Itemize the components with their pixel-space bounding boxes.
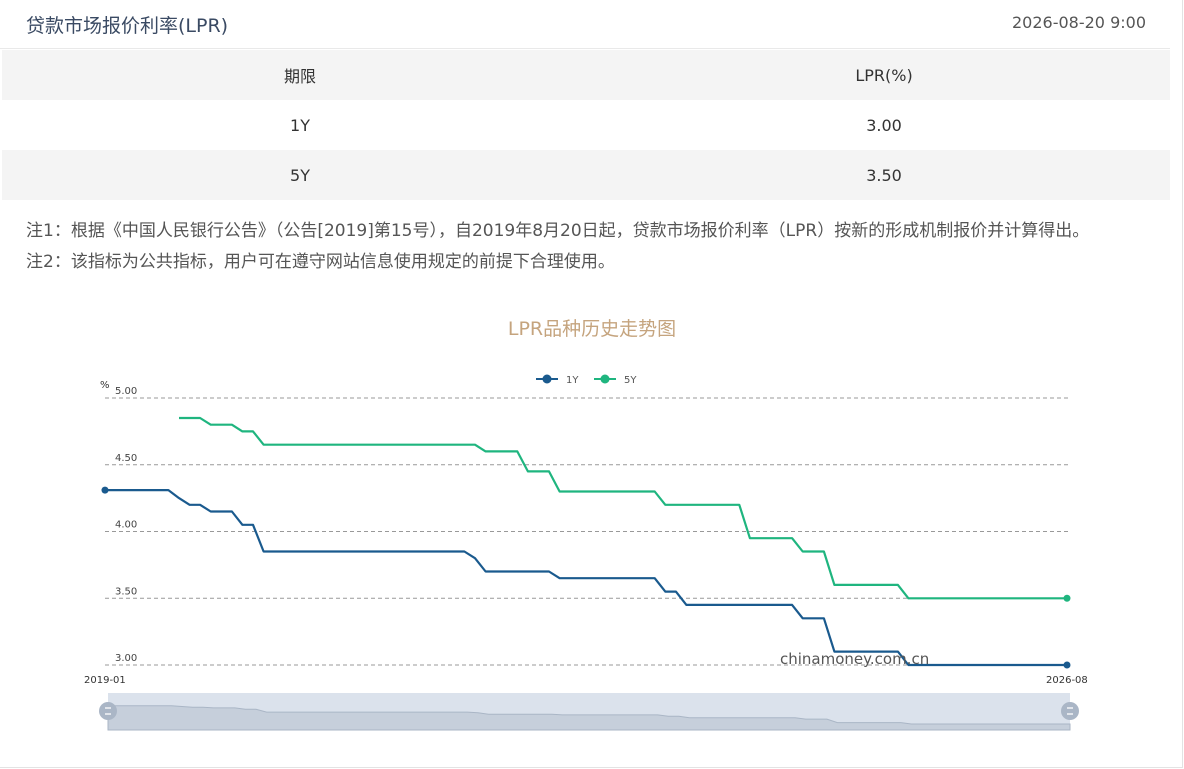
series-end-point[interactable] bbox=[1063, 594, 1071, 602]
slider-handle-left[interactable] bbox=[99, 702, 117, 720]
table-row: 1Y 3.00 bbox=[2, 100, 1170, 150]
watermark: chinamoney.com.cn bbox=[780, 650, 929, 668]
legend-item-1y[interactable]: 1Y bbox=[536, 374, 579, 387]
table-cell-term: 5Y bbox=[290, 165, 310, 185]
series-end-point[interactable] bbox=[1063, 661, 1071, 669]
y-tick-label: 4.00 bbox=[115, 520, 137, 531]
y-tick-label: 3.00 bbox=[115, 653, 137, 664]
table-cell-term: 1Y bbox=[290, 115, 310, 135]
legend-label-5y: 5Y bbox=[624, 375, 637, 386]
y-tick-label: 4.50 bbox=[115, 453, 137, 464]
timestamp: 2026-08-20 9:00 bbox=[1012, 13, 1146, 32]
column-header-term: 期限 bbox=[283, 67, 316, 86]
y-tick-label: 5.00 bbox=[115, 386, 137, 397]
y-tick-label: 3.50 bbox=[115, 586, 137, 597]
notes: 注1：根据《中国人民银行公告》（公告[2019]第15号），自2019年8月20… bbox=[26, 216, 1089, 278]
y-axis-unit: % bbox=[100, 380, 110, 391]
table-header-row: 期限 LPR(%) bbox=[2, 50, 1170, 100]
legend-label-1y: 1Y bbox=[566, 375, 579, 386]
series-line-1y[interactable] bbox=[105, 489, 1067, 667]
note-1: 注1：根据《中国人民银行公告》（公告[2019]第15号），自2019年8月20… bbox=[26, 221, 1090, 241]
legend-item-5y[interactable]: 5Y bbox=[594, 374, 637, 387]
series-start-point[interactable] bbox=[101, 486, 109, 494]
chart-title: LPR品种历史走势图 bbox=[507, 318, 677, 340]
page-title: 贷款市场报价利率(LPR) bbox=[26, 15, 229, 37]
range-slider[interactable] bbox=[99, 693, 1079, 731]
lpr-table: 期限 LPR(%) 1Y 3.00 5Y 3.50 bbox=[2, 50, 1170, 200]
table-cell-value: 3.00 bbox=[866, 115, 902, 135]
chart-grid bbox=[105, 397, 1070, 666]
chart-series bbox=[101, 416, 1071, 669]
y-axis-labels: 5.00 4.50 4.00 3.50 3.00 bbox=[115, 386, 137, 664]
note-2: 注2：该指标为公共指标，用户可在遵守网站信息使用规定的前提下合理使用。 bbox=[26, 252, 615, 272]
series-line-5y[interactable] bbox=[179, 416, 1067, 600]
x-axis-end-label: 2026-08 bbox=[1046, 675, 1088, 686]
column-header-lpr: LPR(%) bbox=[855, 65, 913, 85]
table-row: 5Y 3.50 bbox=[2, 150, 1170, 200]
lpr-history-chart[interactable]: 1Y 5Y % 5.00 4.50 4.00 3.50 3.00 chinamoney.… bbox=[0, 360, 1184, 740]
x-axis-start-label: 2019-01 bbox=[84, 675, 126, 686]
chart-legend[interactable]: 1Y 5Y bbox=[536, 374, 637, 387]
header: 贷款市场报价利率(LPR) 2026-08-20 9:00 bbox=[0, 0, 1170, 49]
slider-handle-right[interactable] bbox=[1061, 702, 1079, 720]
table-cell-value: 3.50 bbox=[866, 165, 902, 185]
